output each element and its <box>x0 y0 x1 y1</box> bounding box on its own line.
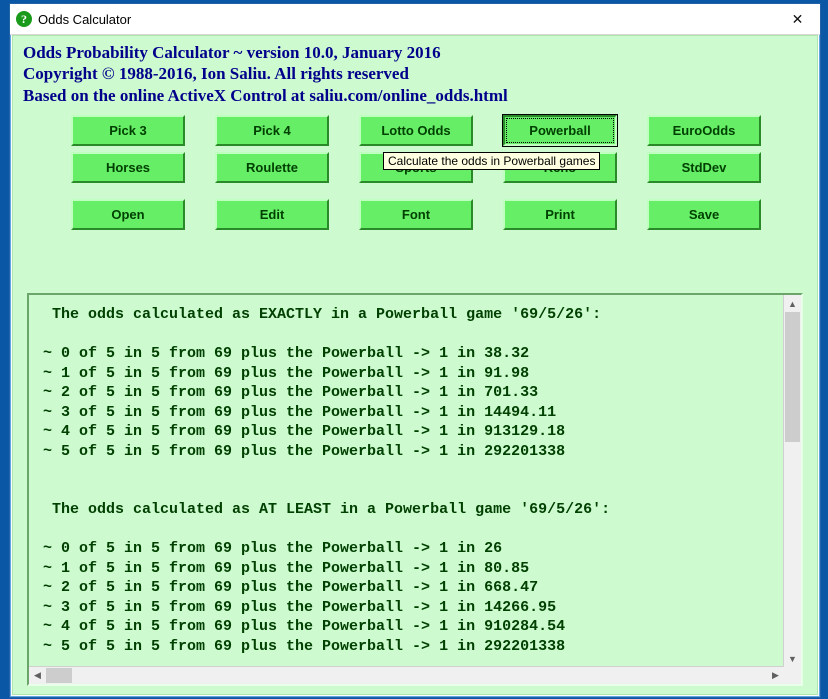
roulette-button[interactable]: Roulette <box>215 152 329 183</box>
hscroll-thumb[interactable] <box>46 668 72 683</box>
output-text[interactable]: The odds calculated as EXACTLY in a Powe… <box>29 295 784 667</box>
euroodds-button[interactable]: EuroOdds <box>647 115 761 146</box>
tooltip: Calculate the odds in Powerball games <box>383 152 600 170</box>
scroll-down-icon[interactable]: ▼ <box>784 650 801 667</box>
close-icon: ✕ <box>792 11 804 28</box>
pick4-button[interactable]: Pick 4 <box>215 115 329 146</box>
desktop-background: ? Odds Calculator ✕ Odds Probability Cal… <box>0 0 828 699</box>
client-area: Odds Probability Calculator ~ version 10… <box>12 35 818 695</box>
header-text: Odds Probability Calculator ~ version 10… <box>13 36 817 108</box>
powerball-button[interactable]: Powerball <box>503 115 617 146</box>
close-button[interactable]: ✕ <box>775 4 820 34</box>
pick3-button[interactable]: Pick 3 <box>71 115 185 146</box>
scroll-left-icon[interactable]: ◀ <box>29 667 46 684</box>
button-row-3: Open Edit Font Print Save <box>13 196 817 233</box>
font-button[interactable]: Font <box>359 199 473 230</box>
button-panel: Pick 3 Pick 4 Lotto Odds Powerball EuroO… <box>13 108 817 235</box>
horizontal-scrollbar[interactable]: ◀ ▶ <box>29 666 784 684</box>
help-icon: ? <box>16 11 32 27</box>
save-button[interactable]: Save <box>647 199 761 230</box>
output-panel: The odds calculated as EXACTLY in a Powe… <box>27 293 803 686</box>
button-row-1: Pick 3 Pick 4 Lotto Odds Powerball EuroO… <box>13 112 817 149</box>
titlebar[interactable]: ? Odds Calculator ✕ <box>10 4 820 35</box>
scroll-corner <box>784 667 801 684</box>
header-line-2: Copyright © 1988-2016, Ion Saliu. All ri… <box>23 63 807 84</box>
lotto-odds-button[interactable]: Lotto Odds <box>359 115 473 146</box>
stddev-button[interactable]: StdDev <box>647 152 761 183</box>
header-line-1: Odds Probability Calculator ~ version 10… <box>23 42 807 63</box>
horses-button[interactable]: Horses <box>71 152 185 183</box>
edit-button[interactable]: Edit <box>215 199 329 230</box>
scroll-right-icon[interactable]: ▶ <box>767 667 784 684</box>
open-button[interactable]: Open <box>71 199 185 230</box>
vscroll-thumb[interactable] <box>785 312 800 442</box>
print-button[interactable]: Print <box>503 199 617 230</box>
vertical-scrollbar[interactable]: ▲ ▼ <box>783 295 801 667</box>
window-title: Odds Calculator <box>38 12 131 27</box>
scroll-up-icon[interactable]: ▲ <box>784 295 801 312</box>
odds-calculator-window: ? Odds Calculator ✕ Odds Probability Cal… <box>9 3 821 698</box>
header-line-3: Based on the online ActiveX Control at s… <box>23 85 807 106</box>
